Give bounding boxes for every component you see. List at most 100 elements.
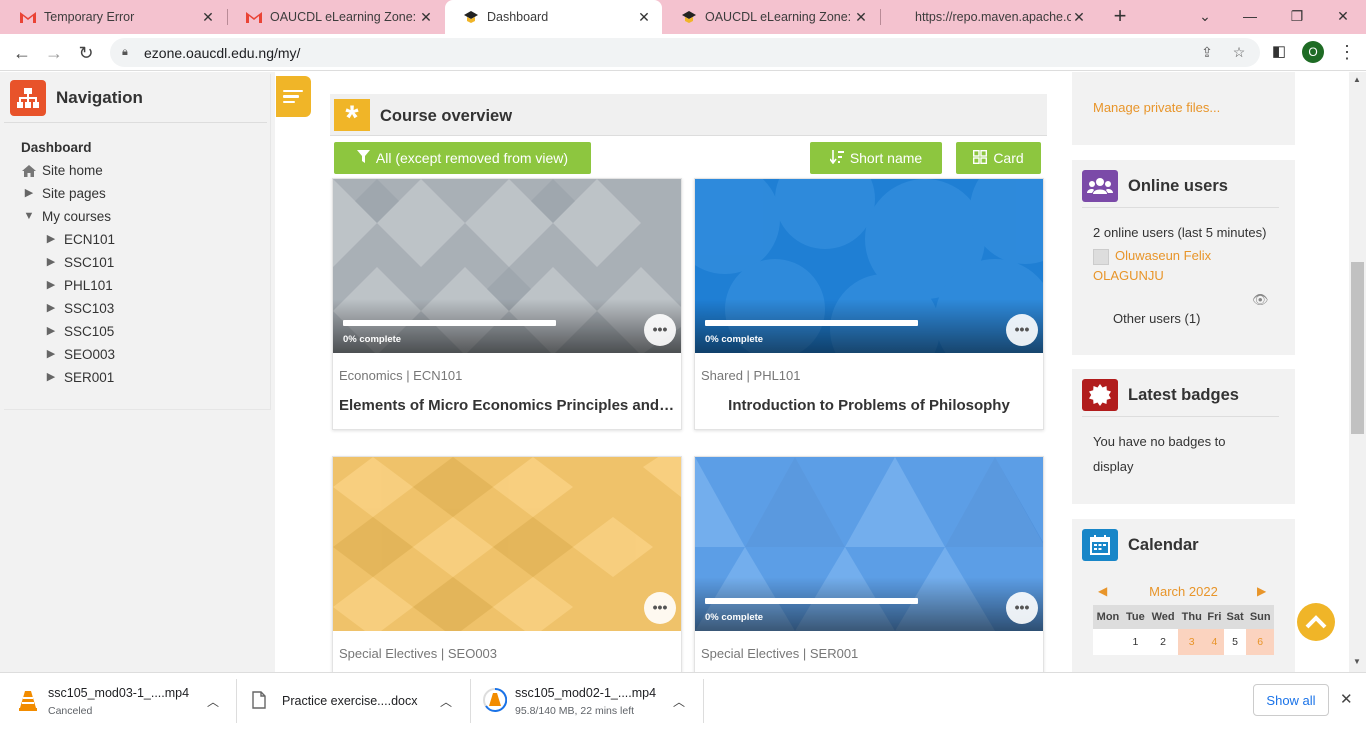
restore-icon[interactable]: ❐ bbox=[1282, 4, 1312, 28]
user-link-continued[interactable]: OLAGUNJU bbox=[1093, 268, 1164, 283]
divider bbox=[1082, 416, 1279, 417]
course-actions-button[interactable]: ••• bbox=[644, 592, 676, 624]
course-category: Economics | ECN101 bbox=[339, 368, 463, 383]
calendar-day[interactable]: 5 bbox=[1223, 629, 1247, 655]
download-item[interactable]: Practice exercise....docx bbox=[252, 673, 417, 729]
forward-icon[interactable]: → bbox=[41, 40, 67, 66]
new-tab-button[interactable]: + bbox=[1108, 5, 1132, 29]
side-panel-icon[interactable]: ◧ bbox=[1268, 42, 1290, 64]
nav-course-ecn101[interactable]: ▶ ECN101 bbox=[21, 228, 115, 251]
close-tab-icon[interactable]: ✕ bbox=[853, 9, 869, 26]
back-to-top-button[interactable] bbox=[1297, 603, 1335, 641]
course-card[interactable]: 0% complete ••• Shared | PHL101 Introduc… bbox=[694, 178, 1044, 430]
share-icon[interactable]: ⇪ bbox=[1198, 44, 1216, 62]
scroll-down-icon[interactable]: ▼ bbox=[1353, 657, 1361, 666]
close-tab-icon[interactable]: ✕ bbox=[636, 9, 652, 26]
filter-dropdown-button[interactable]: All (except removed from view) bbox=[334, 142, 591, 174]
nav-site-pages[interactable]: ▶ Site pages bbox=[21, 182, 115, 205]
calendar-title: Calendar bbox=[1128, 535, 1199, 554]
chevron-up-icon[interactable]: ︿ bbox=[440, 693, 452, 710]
tab-maven[interactable]: https://repo.maven.apache.o ✕ bbox=[897, 0, 1097, 34]
eye-icon[interactable]: 👁︎ bbox=[1252, 292, 1269, 308]
close-tab-icon[interactable]: ✕ bbox=[1071, 9, 1087, 26]
download-item[interactable]: ssc105_mod02-1_....mp4 95.8/140 MB, 22 m… bbox=[483, 673, 656, 729]
download-status: Canceled bbox=[48, 704, 93, 717]
vlc-progress-icon bbox=[483, 687, 508, 715]
course-card[interactable]: 0% complete ••• Special Electives | SER0… bbox=[694, 456, 1044, 672]
close-window-icon[interactable]: ✕ bbox=[1328, 4, 1358, 28]
scroll-up-icon[interactable]: ▲ bbox=[1353, 75, 1361, 84]
tab-dashboard[interactable]: Dashboard ✕ bbox=[445, 0, 662, 34]
caret-right-icon: ▶ bbox=[46, 371, 56, 383]
chevron-up-icon[interactable]: ︿ bbox=[207, 693, 219, 710]
nav-label: ECN101 bbox=[64, 232, 116, 247]
course-actions-button[interactable]: ••• bbox=[644, 314, 676, 346]
bookmark-star-icon[interactable]: ☆ bbox=[1230, 44, 1248, 62]
view-dropdown-button[interactable]: Card bbox=[956, 142, 1041, 174]
next-month-icon[interactable]: ▶ bbox=[1257, 584, 1266, 598]
profile-avatar[interactable]: O bbox=[1302, 41, 1324, 63]
nav-dashboard[interactable]: Dashboard bbox=[21, 136, 115, 159]
tab-oaucdl-lo[interactable]: OAUCDL eLearning Zone: Lo ✕ bbox=[663, 0, 879, 34]
course-category: Special Electives | SER001 bbox=[701, 646, 859, 661]
gmail-icon bbox=[20, 9, 36, 25]
nav-site-home[interactable]: Site home bbox=[21, 159, 115, 182]
address-bar[interactable]: 🔒︎ ezone.oaucdl.edu.ng/my/ ⇪ ☆ bbox=[110, 38, 1260, 67]
reload-icon[interactable]: ↻ bbox=[73, 40, 99, 66]
weekday-header: Sun bbox=[1246, 605, 1274, 629]
chevron-up-icon[interactable]: ︿ bbox=[673, 693, 685, 710]
left-drawer: Navigation Dashboard Site home ▶ Site pa… bbox=[0, 72, 275, 672]
close-downloads-icon[interactable]: ✕ bbox=[1340, 690, 1353, 708]
tab-search-icon[interactable]: ⌄ bbox=[1190, 4, 1220, 28]
show-all-downloads-button[interactable]: Show all bbox=[1253, 684, 1329, 716]
nav-course-ssc103[interactable]: ▶ SSC103 bbox=[21, 297, 115, 320]
asterisk-icon: * bbox=[334, 99, 370, 137]
minimize-icon[interactable]: — bbox=[1235, 4, 1265, 28]
close-tab-icon[interactable]: ✕ bbox=[200, 9, 216, 26]
calendar-icon bbox=[1082, 529, 1118, 561]
nav-course-phl101[interactable]: ▶ PHL101 bbox=[21, 274, 115, 297]
course-image: ••• bbox=[333, 457, 681, 631]
view-label: Card bbox=[993, 150, 1024, 166]
caret-right-icon: ▶ bbox=[46, 233, 56, 245]
course-card[interactable]: 0% complete ••• Economics | ECN101 Eleme… bbox=[332, 178, 682, 430]
filter-label: All (except removed from view) bbox=[375, 150, 569, 166]
calendar-day[interactable]: 2 bbox=[1147, 629, 1179, 655]
filter-icon bbox=[356, 150, 370, 166]
download-item[interactable]: ssc105_mod03-1_....mp4 Canceled bbox=[18, 673, 189, 729]
drawer-toggle-button[interactable] bbox=[276, 76, 311, 117]
course-card[interactable]: ••• Special Electives | SEO003 bbox=[332, 456, 682, 672]
lock-icon: 🔒︎ bbox=[122, 46, 128, 58]
navigation-block: Navigation Dashboard Site home ▶ Site pa… bbox=[4, 74, 271, 410]
course-name-link[interactable]: Introduction to Problems of Philosophy bbox=[701, 397, 1037, 414]
nav-label: My courses bbox=[42, 209, 112, 224]
tab-oaucdl-pas[interactable]: OAUCDL eLearning Zone: Pas ✕ bbox=[228, 0, 444, 34]
manage-private-files-link[interactable]: Manage private files... bbox=[1093, 100, 1220, 115]
calendar-day[interactable]: 1 bbox=[1122, 629, 1148, 655]
latest-badges-title: Latest badges bbox=[1128, 385, 1239, 404]
calendar-day-event[interactable]: 3 bbox=[1178, 629, 1206, 655]
download-filename: ssc105_mod02-1_....mp4 bbox=[515, 685, 657, 700]
course-actions-button[interactable]: ••• bbox=[1006, 592, 1038, 624]
downloads-bar: ssc105_mod03-1_....mp4 Canceled ︿ Practi… bbox=[0, 672, 1366, 728]
back-icon[interactable]: ← bbox=[9, 40, 35, 66]
scrollbar-thumb[interactable] bbox=[1351, 262, 1364, 434]
nav-label: SER001 bbox=[64, 370, 115, 385]
nav-course-ssc101[interactable]: ▶ SSC101 bbox=[21, 251, 115, 274]
nav-course-ssc105[interactable]: ▶ SSC105 bbox=[21, 320, 115, 343]
course-name-link[interactable]: Elements of Micro Economics Principles a… bbox=[339, 397, 675, 414]
calendar-day-event[interactable]: 6 bbox=[1246, 629, 1274, 655]
nav-my-courses[interactable]: ▼ My courses bbox=[21, 205, 115, 228]
close-tab-icon[interactable]: ✕ bbox=[418, 9, 434, 26]
nav-course-ser001[interactable]: ▶ SER001 bbox=[21, 366, 115, 389]
user-link[interactable]: Oluwaseun Felix bbox=[1115, 248, 1211, 263]
avatar bbox=[1093, 249, 1109, 265]
calendar-day-event[interactable]: 4 bbox=[1205, 629, 1224, 655]
browser-menu-icon[interactable]: ⋮ bbox=[1338, 40, 1356, 64]
badges-text: You have no badges to bbox=[1093, 434, 1226, 449]
course-actions-button[interactable]: ••• bbox=[1006, 314, 1038, 346]
sort-dropdown-button[interactable]: Short name bbox=[810, 142, 942, 174]
nav-course-seo003[interactable]: ▶ SEO003 bbox=[21, 343, 115, 366]
tab-temporary-error[interactable]: Temporary Error ✕ bbox=[2, 0, 226, 34]
sort-icon bbox=[829, 149, 844, 167]
